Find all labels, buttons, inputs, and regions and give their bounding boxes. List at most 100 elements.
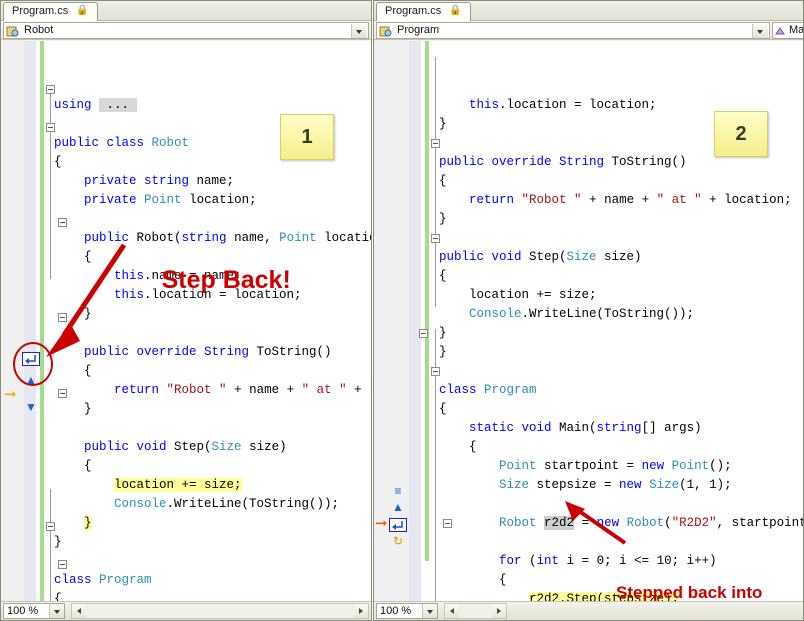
right-code-line: Size stepsize = new Size(1, 1); xyxy=(499,478,732,492)
right-navigation-bar: Program Ma xyxy=(374,21,803,40)
left-code-line: return "Robot " + name + " at " + lo xyxy=(114,383,371,397)
right-code-line xyxy=(439,136,447,150)
screenshot-root: Program.cs 🔒 Robot using ... public clas… xyxy=(0,0,804,621)
right-code-line: Console.WriteLine(ToString()); xyxy=(469,307,695,321)
left-tabstrip: Program.cs 🔒 xyxy=(1,1,371,21)
right-code-line xyxy=(439,535,447,549)
left-code-line xyxy=(54,117,62,131)
left-code-line: public void Step(Size size) xyxy=(84,440,287,454)
left-code-line: class Program xyxy=(54,573,152,587)
right-code-line: } xyxy=(439,212,447,226)
right-class-dropdown[interactable]: Program xyxy=(376,22,770,39)
left-change-bar-lower xyxy=(40,491,44,601)
left-code-line: private string name; xyxy=(84,174,235,188)
current-statement-arrow-icon: ➞ xyxy=(4,386,17,403)
left-code-line: } xyxy=(54,535,62,549)
chevron-down-icon[interactable] xyxy=(422,604,437,618)
left-navigation-bar: Robot xyxy=(1,21,371,40)
step-back-glyph-icon[interactable] xyxy=(389,518,407,532)
right-code-line: { xyxy=(439,269,447,283)
callout-note-2-label: 2 xyxy=(735,123,747,145)
right-code-line: public override String ToString() xyxy=(439,155,687,169)
left-code-line: private Point location; xyxy=(84,193,257,207)
step-back-annotation-arrow xyxy=(46,243,127,357)
right-change-bar-top xyxy=(425,41,429,113)
right-code-line: { xyxy=(439,440,477,454)
right-zoom-value: 100 % xyxy=(380,605,412,617)
method-icon xyxy=(775,27,785,35)
step-back-down-icon[interactable]: ▼ xyxy=(24,401,38,415)
chevron-down-icon[interactable] xyxy=(752,24,768,38)
right-outline-guide xyxy=(435,57,436,307)
right-code-line: public void Step(Size size) xyxy=(439,250,642,264)
chevron-down-icon[interactable] xyxy=(351,24,367,38)
callout-note-1-label: 1 xyxy=(301,126,313,148)
left-editor-surface[interactable]: using ... public class Robot { private s… xyxy=(2,41,371,601)
left-code-line: location += size; xyxy=(54,478,242,492)
stepped-back-annotation-arrow xyxy=(565,501,627,545)
left-class-dropdown-value: Robot xyxy=(24,24,54,36)
right-editor-surface[interactable]: this.location = location; } public overr… xyxy=(375,41,803,601)
right-code-line: } xyxy=(439,326,447,340)
scroll-left-icon[interactable] xyxy=(72,604,86,618)
right-selection-margin xyxy=(409,41,421,601)
right-code-line: static void Main(string[] args) xyxy=(469,421,702,435)
left-outline-guide-2 xyxy=(50,489,51,601)
right-document-tab[interactable]: Program.cs 🔒 xyxy=(376,2,471,21)
left-change-bar-top xyxy=(40,41,44,71)
right-code-line: this.location = location; xyxy=(469,98,657,112)
right-code-line: { xyxy=(439,174,447,188)
left-code-line xyxy=(54,421,62,435)
class-icon xyxy=(379,26,392,37)
left-zoom-selector[interactable]: 100 % xyxy=(3,603,65,619)
stepped-back-annotation-line1: Stepped back into xyxy=(616,583,763,601)
right-status-bar: 100 % xyxy=(374,601,803,620)
right-code-line: location += size; xyxy=(439,288,597,302)
scroll-right-icon[interactable] xyxy=(354,604,368,618)
right-class-dropdown-value: Program xyxy=(397,24,440,36)
left-document-tab[interactable]: Program.cs 🔒 xyxy=(3,2,98,21)
right-code-line xyxy=(439,497,447,511)
step-back-resume-icon[interactable]: ↻ xyxy=(391,535,405,549)
left-class-dropdown[interactable]: Robot xyxy=(3,22,369,39)
right-collapse-class-program[interactable] xyxy=(419,329,428,338)
left-code-line xyxy=(54,212,62,226)
left-zoom-value: 100 % xyxy=(7,605,39,617)
right-member-dropdown[interactable]: Ma xyxy=(772,22,804,39)
right-code-line: } xyxy=(439,117,447,131)
right-editor-window: Program.cs 🔒 Program Ma this.location = … xyxy=(373,0,804,621)
left-code-line: } xyxy=(84,516,92,530)
left-code-line: using ... xyxy=(54,98,137,112)
right-tab-label: Program.cs xyxy=(385,5,442,17)
step-back-history-icon[interactable]: ≡ xyxy=(391,485,405,499)
left-glyph-margin[interactable] xyxy=(2,41,25,601)
chevron-down-icon[interactable] xyxy=(49,604,64,618)
right-tabstrip: Program.cs 🔒 xyxy=(374,1,803,21)
left-code-line: { xyxy=(54,155,62,169)
step-back-annotation-label: Step Back! xyxy=(161,266,291,294)
right-horizontal-scrollbar[interactable] xyxy=(444,603,507,619)
current-statement-arrow-icon: ➞ xyxy=(375,515,388,532)
callout-note-2: 2 xyxy=(714,111,768,157)
left-code-line xyxy=(54,554,62,568)
step-back-up-icon[interactable]: ▲ xyxy=(391,501,405,515)
scroll-right-icon[interactable] xyxy=(492,604,506,618)
right-code-line: class Program xyxy=(439,383,537,397)
right-code-line: { xyxy=(439,402,447,416)
step-back-arrow-icon xyxy=(392,521,403,530)
stepped-back-annotation-text: Stepped back into previous method xyxy=(616,538,762,601)
left-code-line: public class Robot xyxy=(54,136,190,150)
left-tab-label: Program.cs xyxy=(12,5,69,17)
right-code-line: Point startpoint = new Point(); xyxy=(499,459,732,473)
right-code-line xyxy=(439,231,447,245)
left-horizontal-scrollbar[interactable] xyxy=(71,603,369,619)
left-code-line: { xyxy=(54,592,62,601)
right-member-dropdown-value: Ma xyxy=(789,24,804,36)
scroll-left-icon[interactable] xyxy=(445,604,459,618)
right-code-line: return "Robot " + name + " at " + locati… xyxy=(469,193,792,207)
left-code-line: { xyxy=(54,459,92,473)
right-code-line: { xyxy=(439,573,507,587)
left-status-bar: 100 % xyxy=(1,601,371,620)
lock-icon: 🔒 xyxy=(449,5,462,16)
right-zoom-selector[interactable]: 100 % xyxy=(376,603,438,619)
